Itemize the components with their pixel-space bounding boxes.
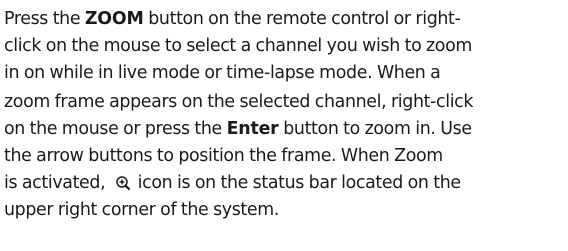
text-line: Press the ZOOM button on the remote cont… xyxy=(4,6,566,33)
text-line: click on the mouse to select a channel y… xyxy=(4,35,472,56)
text-line: is activated, icon is on the status bar … xyxy=(4,170,566,197)
text-line: upper right corner of the system. xyxy=(4,199,280,220)
enter-button-name: Enter xyxy=(226,119,279,140)
text: button to zoom in. Use xyxy=(278,119,472,140)
instruction-paragraph: Press the ZOOM button on the remote cont… xyxy=(4,6,566,223)
text-line: zoom frame appears on the selected chann… xyxy=(4,92,474,113)
text-line: in on while in live mode or time-lapse m… xyxy=(4,62,441,83)
text-line: on the mouse or press the Enter button t… xyxy=(4,116,566,143)
zoom-button-name: ZOOM xyxy=(84,9,144,29)
text: on the mouse or press the xyxy=(4,119,227,140)
zoom-in-icon xyxy=(115,174,131,192)
text: Press the xyxy=(4,9,85,29)
text: is activated, xyxy=(4,172,110,193)
text: icon is on the status bar located on the xyxy=(132,172,461,193)
text-line: the arrow buttons to position the frame.… xyxy=(4,145,443,166)
text: button on the remote control or right- xyxy=(143,9,461,29)
